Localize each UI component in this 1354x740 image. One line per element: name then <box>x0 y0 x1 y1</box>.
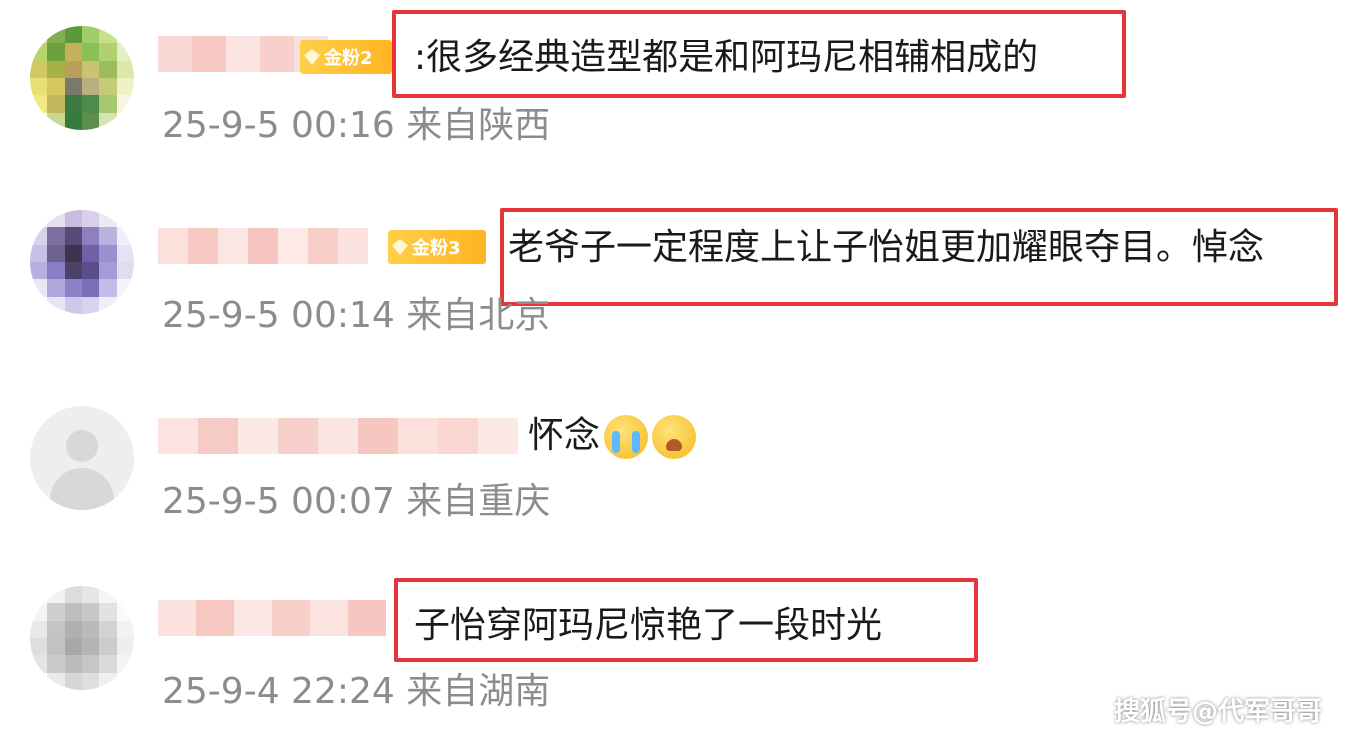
badge-label: 金粉3 <box>412 238 461 259</box>
comment-item-1: 金粉2 :很多经典造型都是和阿玛尼相辅相成的 25-9-5 00:16 来自陕西 <box>0 0 1354 180</box>
highlight-box <box>500 208 1338 306</box>
badge-label: 金粉2 <box>324 48 373 69</box>
avatar[interactable] <box>30 586 134 690</box>
comment-meta: 25-9-5 00:07 来自重庆 <box>162 481 551 522</box>
comment-text-row: 怀念 <box>528 414 697 459</box>
comment-meta: 25-9-5 00:14 来自北京 <box>162 295 551 336</box>
diamond-icon <box>304 49 320 65</box>
avatar[interactable] <box>30 210 134 314</box>
comment-item-2: 金粉3 老爷子一定程度上让子怡姐更加耀眼夺目。悼念 25-9-5 00:14 来… <box>0 188 1354 368</box>
avatar[interactable] <box>30 26 134 130</box>
default-avatar-icon <box>66 430 98 462</box>
username-blurred[interactable] <box>158 596 386 640</box>
highlight-box <box>394 578 978 662</box>
fan-level-badge: 金粉3 <box>388 230 486 264</box>
comment-text: 怀念 <box>528 415 601 456</box>
highlight-box <box>392 10 1126 98</box>
username-blurred[interactable] <box>158 414 518 458</box>
watermark-text: 搜狐号@代军哥哥 <box>1113 697 1322 727</box>
crying-face-emoji-icon <box>604 415 649 459</box>
comment-meta: 25-9-5 00:16 来自陕西 <box>162 105 551 146</box>
fan-level-badge: 金粉2 <box>300 40 392 74</box>
comment-meta: 25-9-4 22:24 来自湖南 <box>162 671 551 712</box>
username-blurred[interactable] <box>158 224 368 268</box>
avatar[interactable] <box>30 406 134 510</box>
diamond-icon <box>392 239 408 255</box>
comment-item-3: 怀念 25-9-5 00:07 来自重庆 <box>0 376 1354 556</box>
sobbing-face-emoji-icon <box>652 415 697 459</box>
